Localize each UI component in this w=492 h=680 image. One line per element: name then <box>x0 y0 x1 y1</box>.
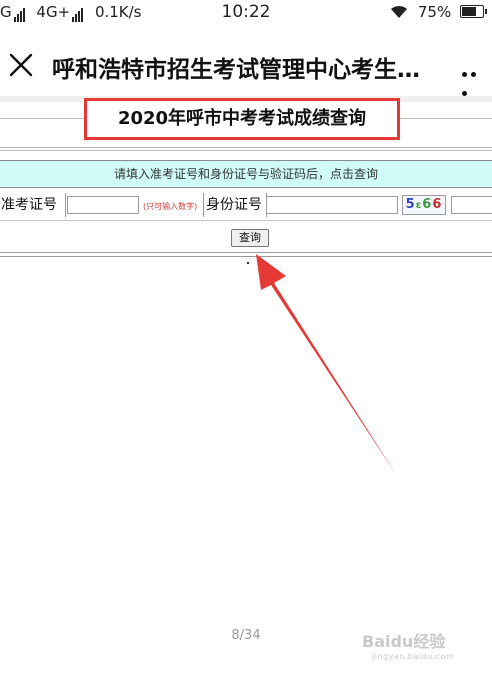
id-number-input[interactable] <box>266 196 398 214</box>
wifi-icon <box>391 5 408 18</box>
divider <box>0 252 492 253</box>
page-title: 呼和浩特市招生考试管理中心考生… <box>52 57 420 83</box>
watermark-url: jingyan.baidu.com <box>372 652 455 661</box>
divider <box>0 150 492 151</box>
battery-label: 75% <box>417 3 452 21</box>
divider <box>0 220 492 221</box>
captcha-char: 6 <box>422 197 433 212</box>
form-instruction: 请填入准考证号和身份证号与验证码后，点击查询 <box>0 160 492 188</box>
status-right: 75% <box>389 3 487 21</box>
ticket-number-input[interactable] <box>67 196 139 214</box>
more-dots-icon[interactable] <box>462 62 488 96</box>
status-bar: G 4G+ 0.1K/s 10:22 75% <box>0 0 492 26</box>
divider <box>0 147 492 148</box>
captcha-image[interactable]: 5ɛ66 <box>402 195 446 215</box>
captcha-char: 6 <box>432 197 443 212</box>
dot-mark <box>247 262 249 264</box>
captcha-char: 5 <box>405 197 416 212</box>
battery-fill <box>462 7 476 16</box>
exam-title-highlight: 2020年呼市中考考试成绩查询 <box>84 98 400 140</box>
browser-header: 呼和浩特市招生考试管理中心考生… <box>0 34 492 96</box>
baidu-watermark: Baidu经验 jingyan.baidu.com <box>362 628 462 668</box>
ticket-number-label: 准考证号 <box>0 193 66 217</box>
ticket-number-hint: (只可输入数字) <box>143 202 198 211</box>
captcha-input[interactable] <box>451 196 492 214</box>
watermark-text: Baidu经验 <box>362 632 446 651</box>
id-number-label: 身份证号 <box>203 193 267 217</box>
query-form-row: 准考证号 (只可输入数字) 身份证号 5ɛ66 <box>0 193 492 219</box>
query-button[interactable]: 查询 <box>231 229 269 247</box>
battery-icon <box>460 5 487 18</box>
close-icon[interactable] <box>8 52 34 78</box>
divider <box>0 256 492 257</box>
